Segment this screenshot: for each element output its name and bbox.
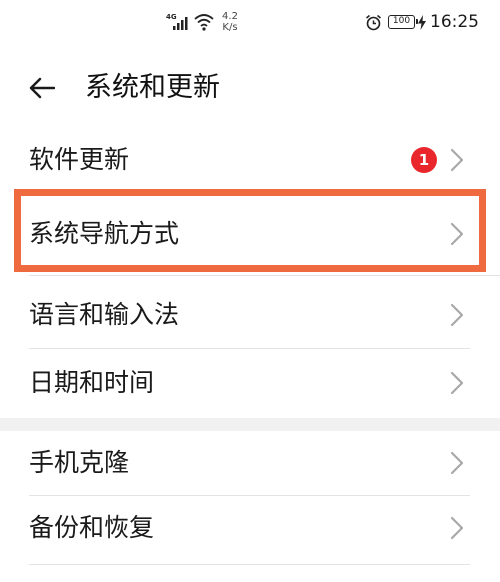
status-bar: 4G 4.2 K/s 100 16:25	[0, 0, 500, 48]
settings-group-system: 软件更新 1 系统导航方式 语言和输入法 日期和时间	[0, 128, 500, 418]
divider	[29, 564, 470, 565]
update-count-badge: 1	[411, 147, 437, 173]
title-bar: 系统和更新	[0, 48, 500, 128]
menu-item-label: 系统导航方式	[29, 219, 180, 248]
signal-icon: 4G	[166, 13, 192, 31]
page-title: 系统和更新	[85, 72, 220, 103]
wifi-icon	[194, 13, 214, 31]
menu-item-system-navigation[interactable]: 系统导航方式	[0, 190, 500, 275]
chevron-right-icon	[450, 371, 464, 395]
clock: 16:25	[430, 12, 479, 32]
chevron-right-icon	[450, 451, 464, 475]
menu-item-date-time[interactable]: 日期和时间	[0, 349, 500, 418]
arrow-left-icon	[29, 77, 55, 99]
menu-item-label: 软件更新	[29, 145, 130, 174]
menu-item-backup-restore[interactable]: 备份和恢复	[0, 496, 500, 564]
chevron-right-icon	[450, 516, 464, 540]
menu-item-label: 手机克隆	[29, 448, 130, 477]
screen: 4G 4.2 K/s 100 16:25 系统和更新 软件更新 1 系统导航方式…	[0, 0, 500, 582]
menu-item-software-update[interactable]: 软件更新 1	[0, 128, 500, 190]
battery-level: 100	[392, 16, 411, 26]
chevron-right-icon	[450, 303, 464, 327]
menu-item-language-input[interactable]: 语言和输入法	[0, 276, 500, 348]
network-speed: 4.2 K/s	[218, 11, 242, 33]
menu-item-label: 日期和时间	[29, 368, 155, 397]
battery-icon: 100	[388, 15, 418, 29]
settings-group-data: 手机克隆 备份和恢复	[0, 431, 500, 582]
network-speed-unit: K/s	[222, 22, 238, 33]
network-speed-value: 4.2	[222, 11, 238, 22]
back-button[interactable]	[20, 66, 64, 110]
menu-item-label: 语言和输入法	[29, 300, 180, 329]
chevron-right-icon	[450, 222, 464, 246]
alarm-icon	[365, 14, 382, 31]
menu-item-phone-clone[interactable]: 手机克隆	[0, 431, 500, 495]
chevron-right-icon	[450, 148, 464, 172]
charging-bolt-icon	[418, 15, 426, 30]
menu-item-label: 备份和恢复	[29, 513, 155, 542]
